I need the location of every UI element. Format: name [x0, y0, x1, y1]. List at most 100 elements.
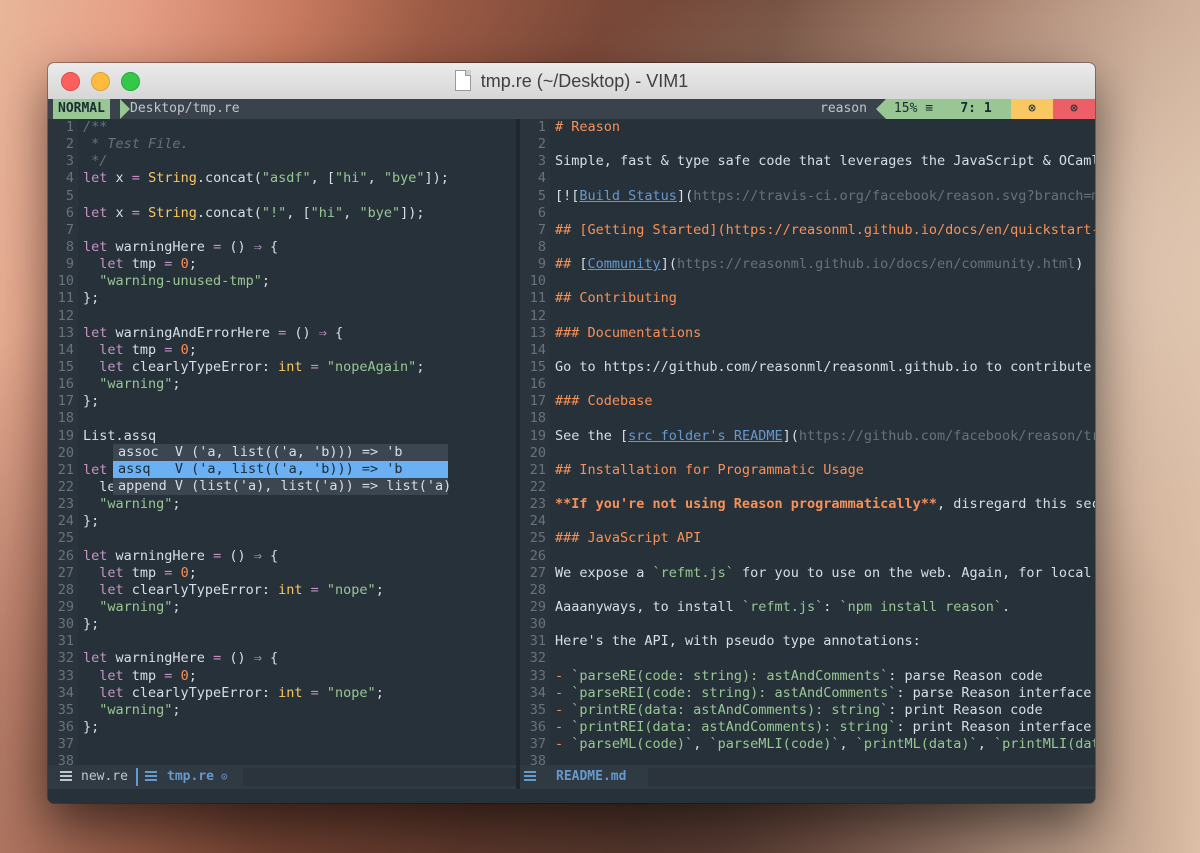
command-line[interactable] [48, 789, 1095, 803]
line-number: 35 [57, 701, 74, 718]
line-number: 7 [537, 221, 546, 238]
line-text: - `printRE(data: astAndComments): string… [555, 701, 1043, 718]
line-number: 12 [529, 307, 546, 324]
completion-popup[interactable]: assoc V ('a, list(('a, 'b))) => 'b assq V… [113, 444, 451, 496]
buffer-list-icon [145, 771, 157, 783]
line-number: 36 [529, 718, 546, 735]
line-number: 22 [529, 478, 546, 495]
line-number: 19 [529, 427, 546, 444]
line-number: 13 [57, 324, 74, 341]
line-number: 38 [529, 753, 546, 765]
line-number: 29 [57, 598, 74, 615]
line-number: 16 [57, 376, 74, 393]
line-text: ### JavaScript API [555, 530, 702, 547]
line-text: let [83, 461, 108, 478]
line-number: 17 [529, 393, 546, 410]
line-number: 30 [529, 616, 546, 633]
line-number: 5 [65, 187, 74, 204]
line-number: 9 [537, 256, 546, 273]
line-number: 26 [529, 547, 546, 564]
line-text: Here's the API, with pseudo type annotat… [555, 633, 921, 650]
line-number: 17 [57, 393, 74, 410]
line-number: 3 [65, 153, 74, 170]
window-title: tmp.re (~/Desktop) - VIM1 [480, 71, 689, 91]
line-text: let clearlyTypeError: int = "nopeAgain"; [99, 358, 425, 375]
line-number: 35 [529, 701, 546, 718]
line-text: }; [83, 616, 100, 633]
line-text: let clearlyTypeError: int = "nope"; [99, 581, 384, 598]
buffer-list-icon [60, 771, 72, 783]
vim-window: tmp.re (~/Desktop) - VIM1 NORMAL Desktop… [48, 63, 1095, 803]
line-number: 27 [57, 564, 74, 581]
line-number: 20 [57, 444, 74, 461]
line-number: 25 [529, 530, 546, 547]
line-text: let tmp = 0; [99, 341, 197, 358]
line-number: 26 [57, 547, 74, 564]
line-number: 37 [529, 736, 546, 753]
line-number: 16 [529, 376, 546, 393]
line-number: 21 [529, 461, 546, 478]
document-icon [454, 69, 471, 91]
percent-separator-arrow [876, 99, 886, 119]
line-text: ### Documentations [555, 324, 702, 341]
line-text: - `printREI(data: astAndComments): strin… [555, 718, 1095, 735]
line-text: [![Build Status](https://travis-ci.org/f… [555, 187, 1095, 204]
filetype-label: reason [820, 101, 867, 116]
line-text: let warningHere = () ⇒ { [83, 238, 279, 255]
line-number: 15 [57, 358, 74, 375]
line-number: 12 [57, 307, 74, 324]
line-number: 6 [537, 204, 546, 221]
completion-item[interactable]: append V (list('a), list('a)) => list('a… [113, 478, 451, 496]
line-text: }; [83, 513, 100, 530]
line-number: 15 [529, 358, 546, 375]
line-number: 30 [57, 616, 74, 633]
tab-separator [136, 768, 138, 786]
line-text: "warning"; [99, 376, 181, 393]
line-text: Simple, fast & type safe code that lever… [555, 153, 1095, 170]
line-text: }; [83, 393, 100, 410]
line-text: - `parseRE(code: string): astAndComments… [555, 667, 1043, 684]
line-text: "warning"; [99, 598, 181, 615]
bottom-statusline: new.re tmp.re ⊙ README.md [48, 765, 1095, 789]
buffer-tab-new-re[interactable]: new.re [81, 765, 128, 789]
line-number: 27 [529, 564, 546, 581]
completion-item[interactable]: assq V ('a, list(('a, 'b))) => 'b [113, 461, 448, 479]
line-number: 9 [65, 256, 74, 273]
line-number: 32 [529, 650, 546, 667]
line-number: 1 [65, 119, 74, 135]
cursor-position: 7: 1 [941, 99, 1011, 119]
line-number: 33 [57, 667, 74, 684]
line-number: 24 [57, 513, 74, 530]
buffer-tab-readme-md[interactable]: README.md [556, 765, 626, 789]
line-number: 7 [65, 221, 74, 238]
buffer-list-icon [524, 771, 536, 783]
line-number: 29 [529, 598, 546, 615]
line-text: "warning-unused-tmp"; [99, 273, 270, 290]
line-text: */ [83, 153, 108, 170]
left-editor-pane[interactable]: 1 /** 2 * Test File. 3 */ 4 let x = String.co… [48, 119, 516, 765]
line-number: 24 [529, 513, 546, 530]
line-number: 23 [529, 496, 546, 513]
line-number: 5 [537, 187, 546, 204]
line-text: let x = String.concat("!", ["hi", "bye"]… [83, 204, 425, 221]
line-number: 32 [57, 650, 74, 667]
line-text: let x = String.concat("asdf", ["hi", "by… [83, 170, 449, 187]
line-number: 31 [57, 633, 74, 650]
line-number: 13 [529, 324, 546, 341]
line-text: ## [Community](https://reasonml.github.i… [555, 256, 1084, 273]
title-bar[interactable]: tmp.re (~/Desktop) - VIM1 [48, 63, 1095, 100]
line-number: 28 [57, 581, 74, 598]
line-text: We expose a `refmt.js` for you to use on… [555, 564, 1095, 581]
line-text: - `parseML(code)`, `parseMLI(code)`, `pr… [555, 736, 1095, 753]
mode-indicator: NORMAL [53, 99, 110, 119]
line-text: "warning"; [99, 496, 181, 513]
line-number: 23 [57, 496, 74, 513]
right-editor-pane[interactable]: 1 # Reason 2 3 Simple, fast & type safe code… [520, 119, 1095, 765]
completion-item[interactable]: assoc V ('a, list(('a, 'b))) => 'b [113, 444, 448, 462]
line-number: 31 [529, 633, 546, 650]
line-number: 4 [537, 170, 546, 187]
buffer-tab-tmp-re[interactable]: tmp.re [167, 765, 214, 789]
line-text: ## [Getting Started](https://reasonml.gi… [555, 221, 1095, 238]
line-text: }; [83, 718, 100, 735]
line-number: 14 [529, 341, 546, 358]
